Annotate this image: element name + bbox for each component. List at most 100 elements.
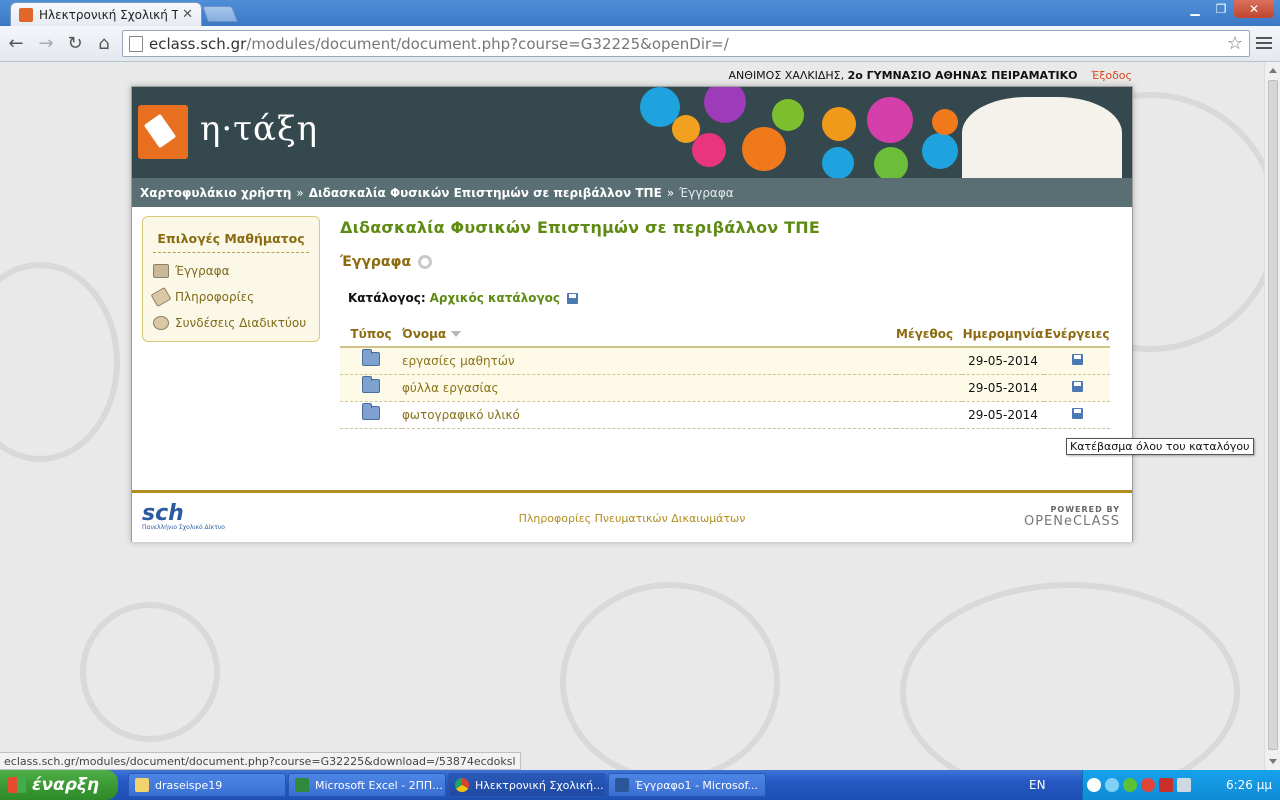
- display-icon[interactable]: [1177, 778, 1191, 792]
- eclass-page: η·τάξη Χαρτοφυλάκιο χρήστη » Διδασκαλία …: [131, 86, 1133, 542]
- sidebar-item-links[interactable]: Συνδέσεις Διαδικτύου: [153, 310, 309, 336]
- network-icon[interactable]: [1105, 778, 1119, 792]
- folder-size: [896, 347, 962, 375]
- user-info-bar: ΑΝΘΙΜΟΣ ΧΑΛΚΙΔΗΣ, 2ο ΓΥΜΝΑΣΙΟ ΑΘΗΝΑΣ ΠΕΙ…: [729, 69, 1132, 82]
- documents-table: Τύπος Όνομα Μέγεθος Ημερομηνία Ενέργειες…: [340, 321, 1110, 429]
- chrome-icon: [455, 778, 469, 792]
- folder-icon[interactable]: [362, 376, 380, 393]
- download-disk-icon[interactable]: [1071, 407, 1083, 419]
- windows-logo-icon: [8, 777, 26, 793]
- close-window-button[interactable]: ✕: [1234, 0, 1274, 18]
- browser-tab[interactable]: Ηλεκτρονική Σχολική Τάξη ( ✕: [10, 2, 202, 26]
- site-banner: η·τάξη: [132, 87, 1132, 178]
- col-name[interactable]: Όνομα: [402, 327, 446, 341]
- sidebar-item-documents[interactable]: Έγγραφα: [153, 258, 309, 284]
- folder-icon: [153, 264, 169, 278]
- taskbar-item-chrome[interactable]: Ηλεκτρονική Σχολική...: [448, 773, 606, 797]
- breadcrumb-portfolio-link[interactable]: Χαρτοφυλάκιο χρήστη: [140, 186, 291, 200]
- folder-name-link[interactable]: φύλλα εργασίας: [402, 374, 896, 402]
- banner-art-bubble: [822, 147, 854, 178]
- logout-link[interactable]: Έξοδος: [1091, 69, 1132, 82]
- folder-name-link[interactable]: εργασίες μαθητών: [402, 347, 896, 375]
- antivirus-icon[interactable]: [1141, 778, 1155, 792]
- ati-icon[interactable]: [1159, 778, 1173, 792]
- openeclass-logo[interactable]: POWERED BY OPENeCLASS: [1024, 505, 1120, 529]
- new-tab-button[interactable]: [202, 6, 238, 22]
- section-title-text: Έγγραφα: [340, 254, 412, 270]
- taskbar-item-label: Microsoft Excel - 2ΠΠ...: [315, 778, 443, 792]
- sidebar-item-label: Πληροφορίες: [175, 290, 255, 304]
- sidebar-title: Επιλογές Μαθήματος: [153, 231, 309, 253]
- download-tooltip: Κατέβασμα όλου του καταλόγου: [1066, 438, 1254, 455]
- word-icon: [615, 778, 629, 792]
- forward-arrow-icon[interactable]: →: [34, 32, 58, 56]
- breadcrumb: Χαρτοφυλάκιο χρήστη » Διδασκαλία Φυσικών…: [132, 178, 1132, 207]
- address-bar[interactable]: eclass.sch.gr/modules/document/document.…: [122, 30, 1250, 57]
- folder-date: 29-05-2014: [962, 347, 1044, 375]
- user-name: ΑΝΘΙΜΟΣ ΧΑΛΚΙΔΗΣ,: [728, 69, 845, 82]
- minimize-button[interactable]: ▁: [1182, 0, 1208, 18]
- sidebar-item-info[interactable]: Πληροφορίες: [150, 284, 309, 310]
- taskbar-clock: 6:26 μμ: [1225, 778, 1272, 792]
- vertical-scrollbar[interactable]: [1264, 62, 1280, 770]
- table-row: φύλλα εργασίας 29-05-2014: [340, 374, 1110, 402]
- bookmark-star-icon[interactable]: ☆: [1227, 33, 1243, 54]
- folder-icon[interactable]: [362, 403, 380, 420]
- col-name-header[interactable]: Όνομα: [402, 321, 896, 348]
- home-icon[interactable]: ⌂: [92, 32, 116, 56]
- skype-icon[interactable]: [1123, 778, 1137, 792]
- banner-art-bubble: [772, 99, 804, 131]
- section-title: Έγγραφα: [340, 254, 1120, 270]
- download-disk-icon[interactable]: [567, 292, 579, 304]
- page-icon: [129, 35, 143, 52]
- breadcrumb-separator: »: [296, 185, 304, 200]
- download-disk-icon[interactable]: [1071, 353, 1083, 365]
- scroll-up-arrow-icon[interactable]: [1269, 68, 1277, 73]
- copyright-link[interactable]: Πληροφορίες Πνευματικών Δικαιωμάτων: [132, 512, 1132, 525]
- tray-arrow-icon[interactable]: [1087, 778, 1101, 792]
- taskbar-item-folder[interactable]: draseispe19: [128, 773, 286, 797]
- taskbar-item-label: Έγγραφο1 - Microsof...: [635, 778, 759, 792]
- book-illustration: [962, 97, 1122, 178]
- sidebar-item-label: Έγγραφα: [175, 264, 230, 278]
- course-title: Διδασκαλία Φυσικών Επιστημών σε περιβάλλ…: [340, 218, 820, 237]
- banner-art-bubble: [742, 127, 786, 171]
- logo-icon[interactable]: [138, 105, 188, 159]
- banner-art-bubble: [867, 97, 913, 143]
- banner-art-bubble: [874, 147, 908, 178]
- site-logo-text[interactable]: η·τάξη: [200, 109, 318, 149]
- col-type: Τύπος: [340, 321, 402, 348]
- table-header-row: Τύπος Όνομα Μέγεθος Ημερομηνία Ενέργειες: [340, 321, 1110, 348]
- taskbar-item-word[interactable]: Έγγραφο1 - Microsof...: [608, 773, 766, 797]
- folder-name-link[interactable]: φωτογραφικό υλικό: [402, 401, 896, 429]
- scrollbar-thumb[interactable]: [1268, 80, 1278, 750]
- help-icon[interactable]: [418, 255, 433, 269]
- close-tab-icon[interactable]: ✕: [182, 7, 193, 22]
- root-catalog-link[interactable]: Αρχικός κατάλογος: [430, 291, 560, 305]
- platform-name: OPENeCLASS: [1023, 514, 1120, 529]
- banner-art-bubble: [922, 133, 958, 169]
- back-arrow-icon[interactable]: ←: [4, 32, 28, 56]
- taskbar-item-label: draseispe19: [155, 778, 223, 792]
- table-row: εργασίες μαθητών 29-05-2014: [340, 347, 1110, 375]
- page-viewport: ΑΝΘΙΜΟΣ ΧΑΛΚΙΔΗΣ, 2ο ΓΥΜΝΑΣΙΟ ΑΘΗΝΑΣ ΠΕΙ…: [0, 62, 1264, 770]
- banner-art-bubble: [692, 133, 726, 167]
- reload-icon[interactable]: ↻: [63, 32, 87, 56]
- col-actions: Ενέργειες: [1044, 321, 1110, 348]
- folder-icon: [135, 778, 149, 792]
- language-indicator[interactable]: EN: [1029, 778, 1046, 792]
- folder-icon[interactable]: [362, 349, 380, 367]
- breadcrumb-separator: »: [666, 185, 675, 200]
- start-button[interactable]: έναρξη: [0, 770, 118, 800]
- taskbar-item-excel[interactable]: Microsoft Excel - 2ΠΠ...: [288, 773, 446, 797]
- banner-art-bubble: [822, 107, 856, 141]
- system-tray: EN 6:26 μμ: [1029, 770, 1280, 800]
- browser-toolbar: ← → ↻ ⌂ eclass.sch.gr/modules/document/d…: [0, 26, 1280, 62]
- maximize-button[interactable]: ❐: [1208, 0, 1234, 18]
- sort-arrow-icon[interactable]: [451, 331, 462, 337]
- browser-menu-icon[interactable]: [1256, 34, 1272, 52]
- download-disk-icon[interactable]: [1071, 380, 1083, 392]
- breadcrumb-course-link[interactable]: Διδασκαλία Φυσικών Επιστημών σε περιβάλλ…: [309, 186, 662, 200]
- browser-status-bar: eclass.sch.gr/modules/document/document.…: [0, 752, 521, 770]
- scroll-down-arrow-icon[interactable]: [1269, 759, 1277, 764]
